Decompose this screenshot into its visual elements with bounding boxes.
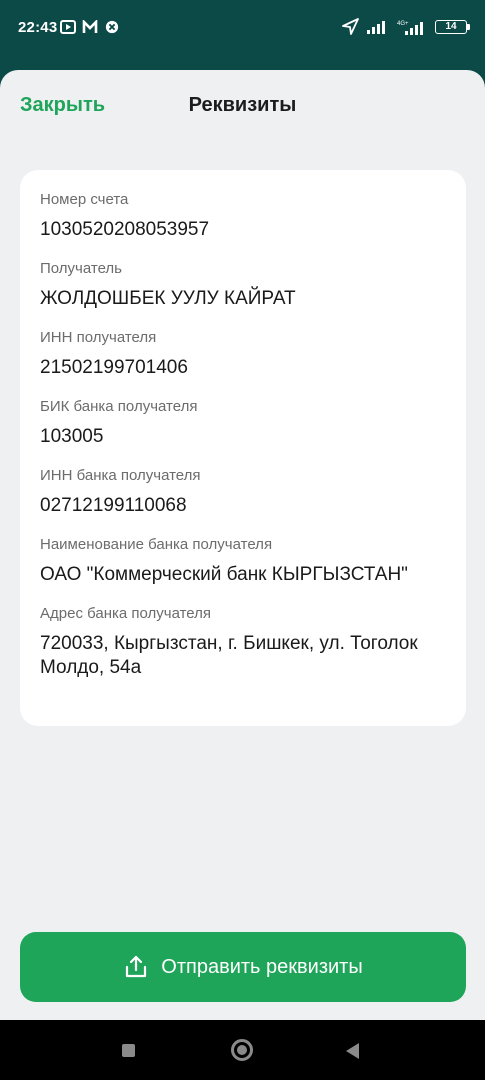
system-icons: 4G+ 14 <box>342 18 470 35</box>
field-value[interactable]: 21502199701406 <box>40 356 446 380</box>
field-label: Получатель <box>40 260 122 277</box>
bank-bik-field: БИК банка получателя 103005 <box>40 397 446 449</box>
signal-icon <box>367 20 385 34</box>
field-label: ИНН банка получателя <box>40 467 201 484</box>
field-value[interactable]: 02712199110068 <box>40 494 446 518</box>
field-value[interactable]: ОАО "Коммерческий банк КЫРГЫЗСТАН" <box>40 563 446 587</box>
field-value[interactable]: 1030520208053957 <box>40 218 446 242</box>
send-details-label: Отправить реквизиты <box>161 955 363 978</box>
notification-icons <box>60 20 120 34</box>
location-arrow-icon <box>342 18 359 35</box>
bank-name-field: Наименование банка получателя ОАО "Комме… <box>40 535 446 587</box>
field-label: ИНН получателя <box>40 329 157 346</box>
svg-text:4G+: 4G+ <box>397 21 409 27</box>
details-card: Номер счета 1030520208053957 Получатель … <box>20 170 466 726</box>
bank-inn-field: ИНН банка получателя 02712199110068 <box>40 466 446 518</box>
navigation-bar <box>0 1020 485 1080</box>
app-notification-icon <box>105 20 119 34</box>
send-details-button[interactable]: Отправить реквизиты <box>20 932 466 1002</box>
field-value[interactable]: 103005 <box>40 425 446 449</box>
field-label: Номер счета <box>40 191 129 208</box>
status-time: 22:43 <box>18 19 58 36</box>
video-notification-icon <box>60 20 76 34</box>
home-button[interactable] <box>231 1039 253 1061</box>
back-button[interactable] <box>346 1043 359 1059</box>
mail-notification-icon <box>82 20 98 33</box>
share-icon <box>126 955 147 978</box>
field-label: Адрес банка получателя <box>40 605 212 622</box>
field-value[interactable]: 720033, Кыргызстан, г. Бишкек, ул. Тогол… <box>40 632 446 680</box>
battery-icon: 14 <box>435 19 470 34</box>
lte-signal-icon: 4G+ <box>397 21 423 35</box>
page-title: Реквизиты <box>188 94 297 116</box>
field-label: Наименование банка получателя <box>40 536 273 553</box>
recipient-inn-field: ИНН получателя 21502199701406 <box>40 328 446 380</box>
recipient-field: Получатель ЖОЛДОШБЕК УУЛУ КАЙРАТ <box>40 259 446 311</box>
recents-button[interactable] <box>122 1044 135 1057</box>
field-value[interactable]: ЖОЛДОШБЕК УУЛУ КАЙРАТ <box>40 287 446 311</box>
details-sheet: Закрыть Реквизиты Номер счета 1030520208… <box>0 70 485 1020</box>
field-label: БИК банка получателя <box>40 398 198 415</box>
battery-level: 14 <box>445 21 457 32</box>
bank-address-field: Адрес банка получателя 720033, Кыргызста… <box>40 604 446 680</box>
account-number-field: Номер счета 1030520208053957 <box>40 190 446 242</box>
status-bar: 22:43 4G+ 14 <box>0 0 485 60</box>
